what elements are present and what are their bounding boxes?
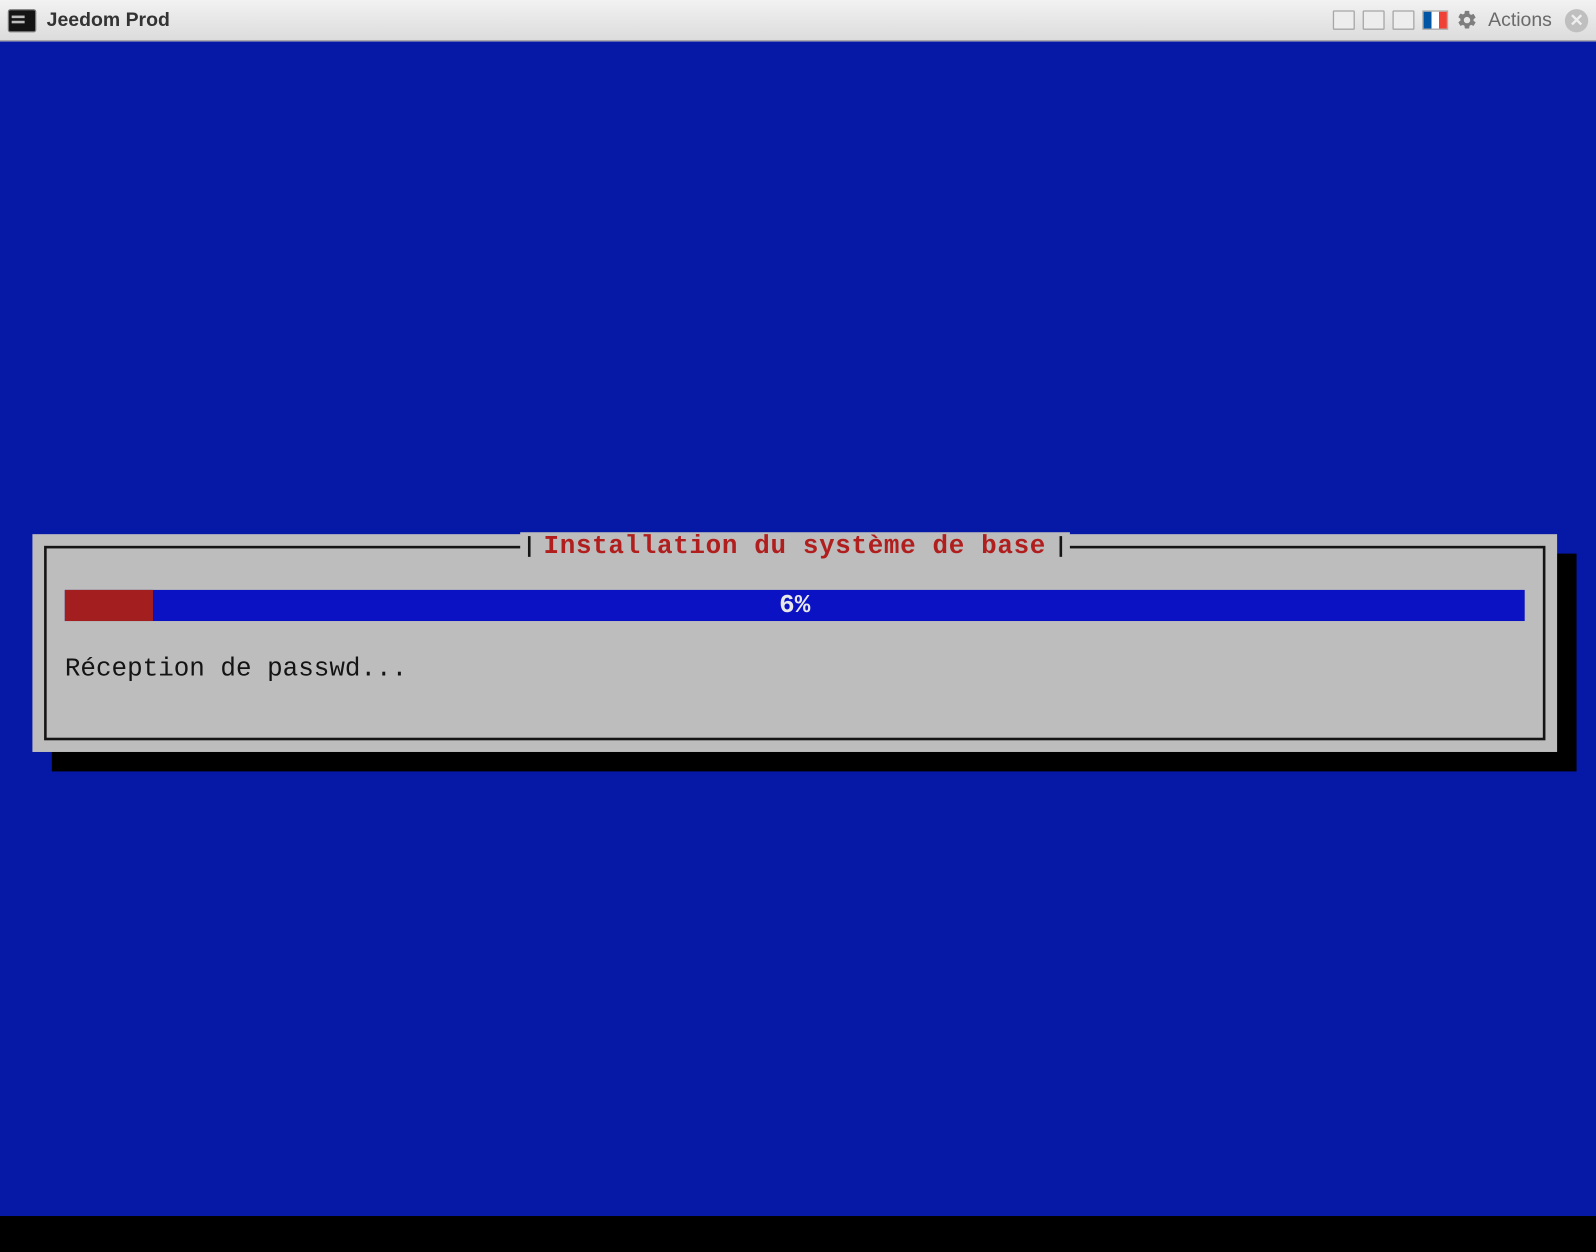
installer-dialog-frame: Installation du système de base 6% Récep… bbox=[44, 546, 1545, 740]
flag-fr-icon[interactable] bbox=[1422, 10, 1448, 29]
window-title: Jeedom Prod bbox=[47, 9, 170, 31]
installer-progress-label: 6% bbox=[65, 590, 1525, 621]
window-button-3[interactable] bbox=[1392, 10, 1414, 29]
window-button-1[interactable] bbox=[1333, 10, 1355, 29]
gear-icon[interactable] bbox=[1456, 9, 1478, 31]
installer-dialog: Installation du système de base 6% Récep… bbox=[32, 534, 1557, 752]
terminal-icon bbox=[8, 8, 37, 31]
window-button-2[interactable] bbox=[1362, 10, 1384, 29]
bottom-black-bar bbox=[0, 1216, 1596, 1252]
console-viewport: Installation du système de base 6% Récep… bbox=[0, 41, 1596, 1216]
close-icon[interactable]: ✕ bbox=[1565, 8, 1588, 31]
installer-status-text: Réception de passwd... bbox=[65, 655, 407, 685]
window-titlebar: Jeedom Prod Actions ✕ bbox=[0, 0, 1596, 41]
actions-menu[interactable]: Actions bbox=[1488, 9, 1552, 31]
installer-progress-bar: 6% bbox=[65, 590, 1525, 621]
installer-dialog-title: Installation du système de base bbox=[520, 532, 1069, 562]
